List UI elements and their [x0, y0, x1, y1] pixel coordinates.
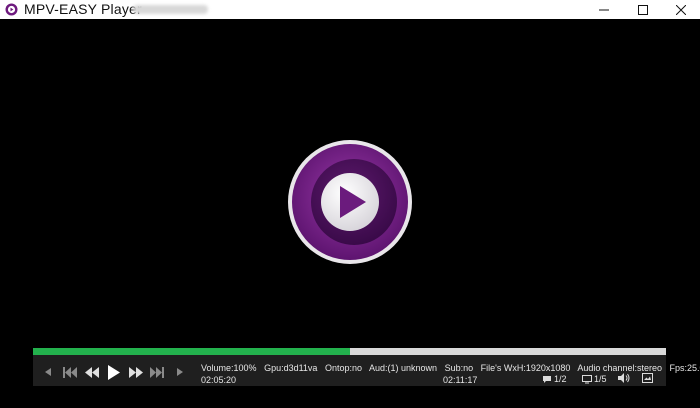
skip-end-button[interactable]: [148, 364, 166, 380]
ontop-status: Ontop:no: [324, 363, 362, 373]
rewind-icon: [85, 366, 99, 378]
screenshot-icon: [641, 373, 653, 383]
audio-track-status: Aud:(1) unknown: [369, 363, 438, 373]
maximize-button[interactable]: [624, 0, 662, 19]
skip-end-icon: [150, 366, 164, 378]
window-title: MPV-EASY Player: [24, 1, 142, 17]
control-bar: Volume:100% Gpu:d3d11va Ontop:no Aud:(1)…: [33, 348, 700, 386]
blurred-subtitle: [133, 5, 208, 14]
total-time: 02:11:17: [443, 375, 478, 385]
close-icon: [676, 4, 686, 15]
play-button[interactable]: [105, 362, 123, 382]
previous-small-button[interactable]: [41, 365, 55, 379]
volume-status: Volume:100%: [201, 363, 257, 373]
minimize-button[interactable]: [585, 0, 623, 19]
title-bar[interactable]: MPV-EASY Player: [0, 0, 700, 19]
caret-right-icon: [177, 368, 183, 376]
screen-count: 1/5: [594, 374, 607, 384]
video-area[interactable]: [0, 19, 700, 348]
current-time: 02:05:20: [201, 375, 237, 385]
next-small-button[interactable]: [173, 365, 187, 379]
close-button[interactable]: [662, 0, 700, 19]
resolution-status: File's WxH:1920x1080: [480, 363, 571, 373]
seek-bar-fill: [33, 348, 350, 355]
seek-bar[interactable]: [33, 348, 666, 355]
subtitle-counter[interactable]: 1/2: [542, 374, 567, 384]
maximize-icon: [638, 4, 648, 15]
speech-bubble-icon: [543, 375, 551, 383]
caret-left-icon: [45, 368, 51, 376]
volume-button[interactable]: [617, 372, 631, 384]
play-icon: [108, 364, 120, 380]
subtitle-status: Sub:no: [444, 363, 474, 373]
app-icon: [5, 3, 18, 16]
play-logo-icon[interactable]: [287, 139, 413, 265]
monitor-icon: [582, 374, 592, 383]
fps-status: Fps:25.000: [669, 363, 700, 373]
skip-start-button[interactable]: [61, 364, 79, 380]
fast-forward-button[interactable]: [127, 364, 145, 380]
rewind-button[interactable]: [83, 364, 101, 380]
screenshot-button[interactable]: [640, 372, 654, 384]
screen-counter[interactable]: 1/5: [582, 374, 607, 384]
fast-forward-icon: [129, 366, 143, 378]
gpu-status: Gpu:d3d11va: [264, 363, 318, 373]
skip-start-icon: [63, 366, 77, 378]
subtitle-count: 1/2: [554, 374, 567, 384]
speaker-icon: [618, 373, 630, 383]
minimize-icon: [599, 9, 609, 10]
